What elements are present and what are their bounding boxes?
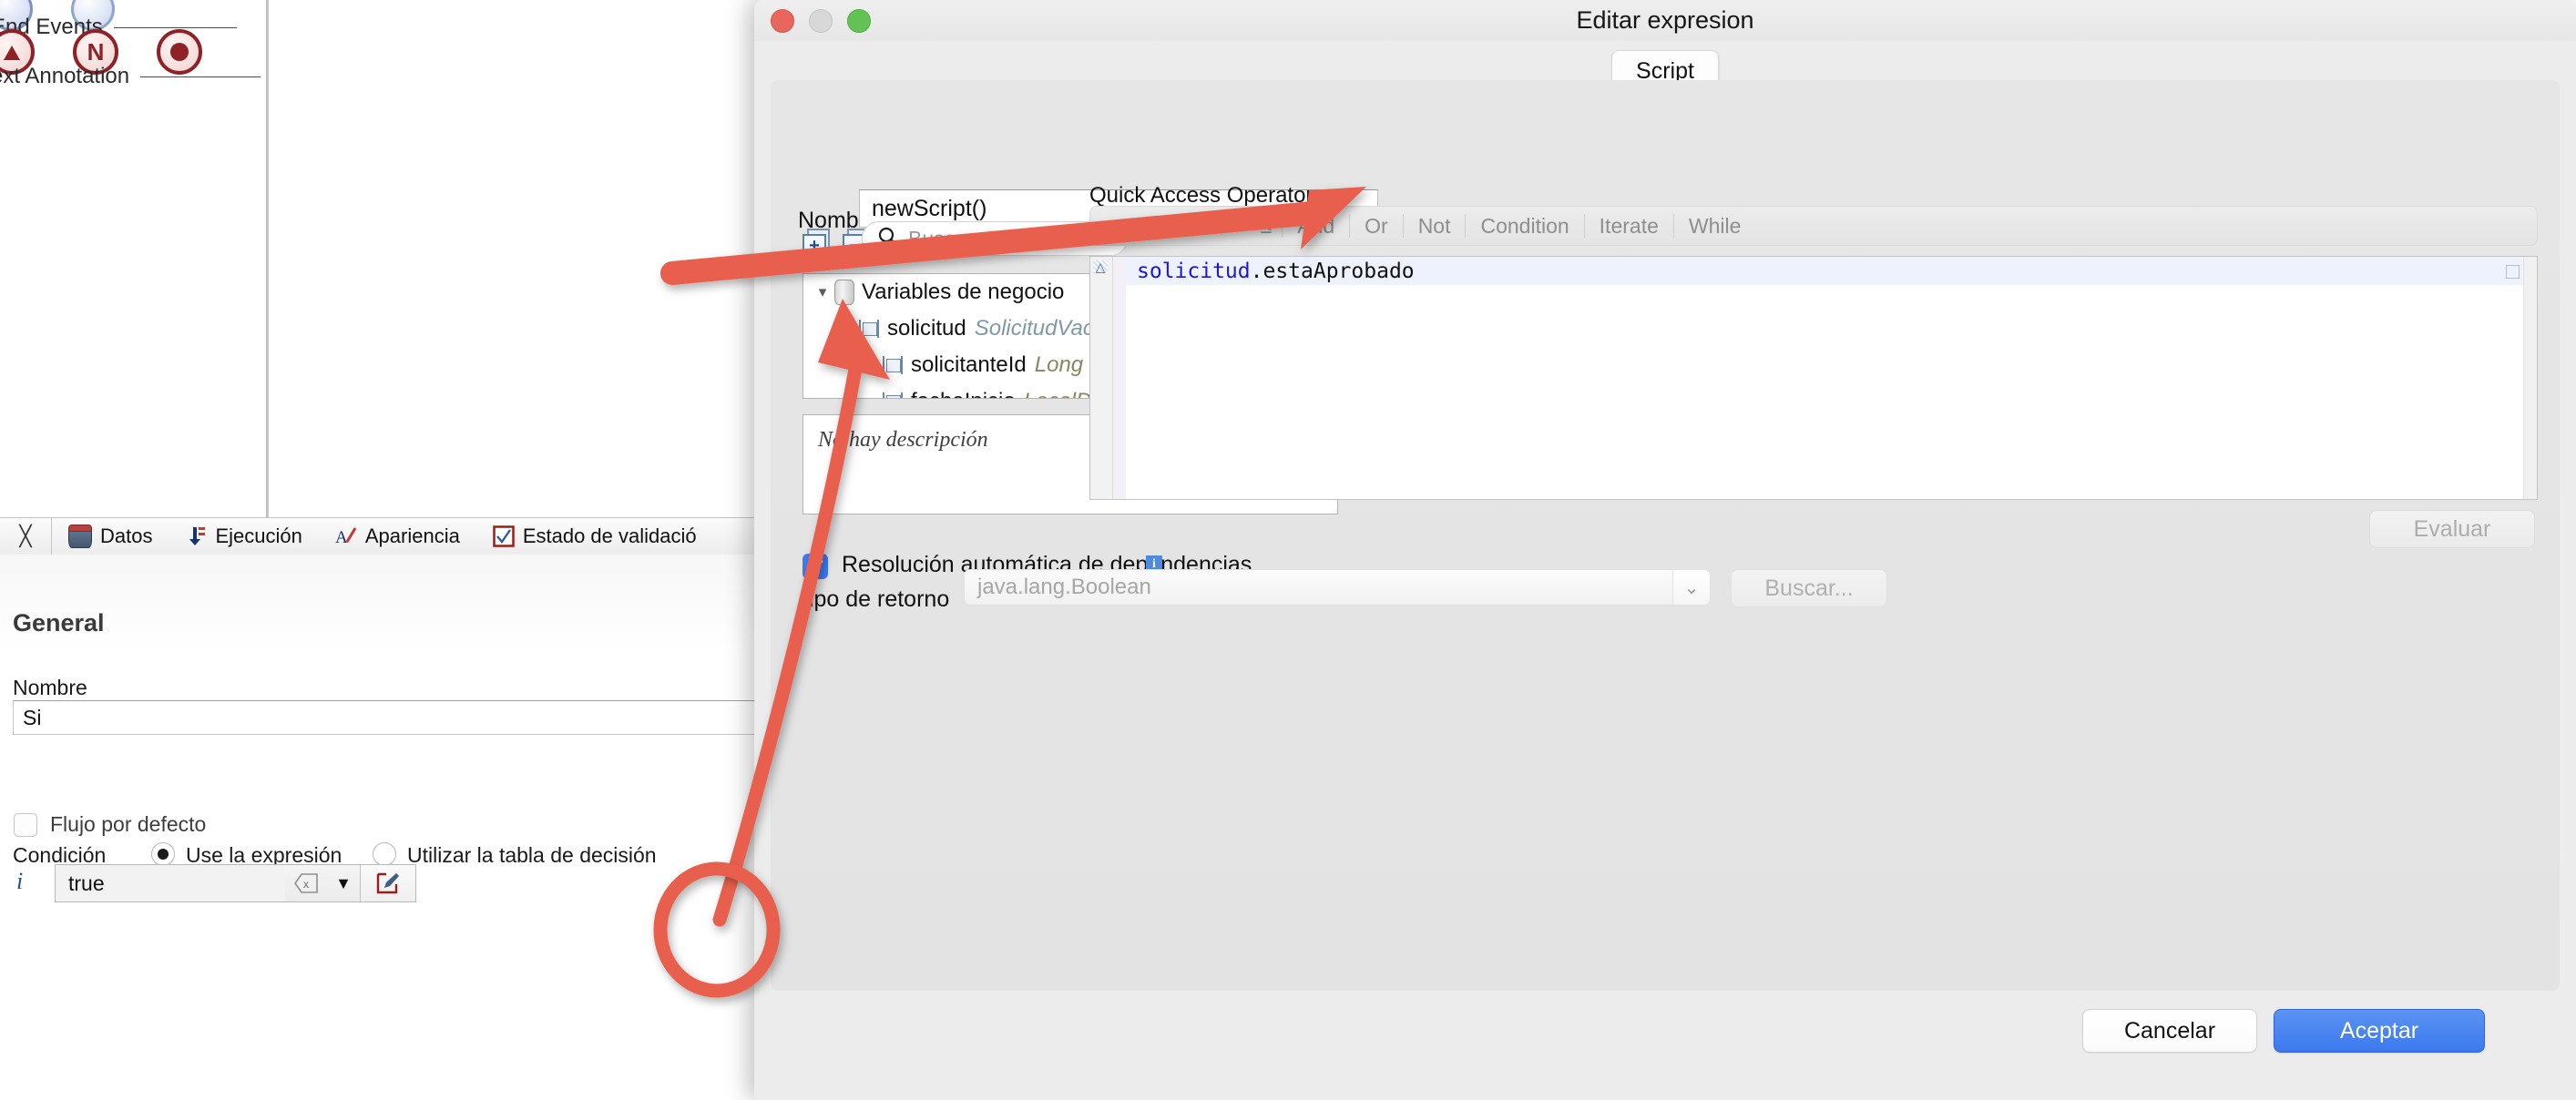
chevron-down-icon[interactable]: ⌄ <box>1672 570 1710 605</box>
description-placeholder: No hay descripción <box>818 428 988 452</box>
default-flow-checkbox[interactable] <box>14 813 37 837</box>
caret-down-icon[interactable]: ▼ <box>327 874 360 893</box>
quick-access-toolbar: = ≠ > ≥ < ≤ And Or Not Condition Iterate… <box>1089 206 2538 246</box>
name-label: Nombre <box>13 676 87 699</box>
operator-and[interactable]: And <box>1283 215 1349 237</box>
name-input-value: Si <box>23 705 42 729</box>
radio-use-expression[interactable] <box>151 842 175 866</box>
tab-label: Datos <box>100 525 153 547</box>
cancel-button[interactable]: Cancelar <box>2082 1009 2257 1053</box>
editor-margin <box>1113 257 1126 499</box>
operator-not[interactable]: Not <box>1404 215 1466 237</box>
chevron-down-icon[interactable]: ▾ <box>811 283 834 301</box>
return-type-label: tipo de retorno <box>802 586 950 612</box>
editor-scrollbar[interactable] <box>2523 257 2537 499</box>
fold-marker-icon <box>2506 265 2520 279</box>
tree-item-label: solicitanteId <box>911 352 1027 377</box>
radio-use-decision-table[interactable] <box>373 842 396 866</box>
validation-check-icon <box>493 525 515 547</box>
expand-all-icon[interactable]: + <box>802 229 830 258</box>
tree-item-label: fechaInicio <box>911 389 1016 398</box>
edit-expression-dialog: Editar expresion Script Nombre newScript… <box>754 0 2576 1100</box>
auto-dependency-checkbox[interactable] <box>802 554 828 579</box>
search-placeholder: Buscar <box>908 226 974 250</box>
operator-less-or-equal[interactable]: ≤ <box>1251 215 1283 237</box>
return-type-select[interactable]: java.lang.Boolean ⌄ <box>964 569 1711 606</box>
tab-apariencia[interactable]: A Apariencia <box>319 518 476 555</box>
database-icon <box>68 525 92 548</box>
tab-ejecucion[interactable]: Ejecución <box>169 518 318 555</box>
page-title: General <box>13 609 105 637</box>
palette-section-text-annotation: ext Annotation <box>0 64 261 89</box>
tab-label: Apariencia <box>364 525 460 547</box>
tree-item-type: Long <box>1034 352 1084 377</box>
code-token-variable: solicitud <box>1137 259 1251 283</box>
operator-greater-or-equal[interactable]: ≥ <box>1187 215 1219 237</box>
svg-text:A: A <box>335 528 348 547</box>
editor-gutter: △ <box>1090 257 1113 499</box>
operator-equals[interactable]: = <box>1090 215 1122 237</box>
operator-condition[interactable]: Condition <box>1466 215 1583 237</box>
attribute-icon <box>858 320 880 338</box>
section-rule <box>140 76 261 77</box>
tab-datos[interactable]: Datos <box>52 518 169 555</box>
data-cylinder-icon <box>834 280 854 305</box>
appearance-pen-icon: A <box>335 525 357 547</box>
default-flow-label: Flujo por defecto <box>50 812 207 836</box>
dialog-title: Editar expresion <box>1576 6 1754 34</box>
dialog-titlebar: Editar expresion <box>754 0 2576 42</box>
canvas-divider <box>267 0 269 517</box>
tab-estado-de-validacion[interactable]: Estado de validació <box>476 518 713 555</box>
tree-toolbar: + − <box>802 229 870 258</box>
palette-section-label: ext Annotation <box>0 64 130 88</box>
warning-marker-icon: △ <box>1093 260 1108 274</box>
clear-field-icon[interactable]: x <box>285 873 327 893</box>
radio-use-decision-table-label: Utilizar la tabla de decisión <box>407 843 657 867</box>
operator-iterate[interactable]: Iterate <box>1585 215 1673 237</box>
execution-arrow-icon <box>185 525 207 547</box>
search-input[interactable]: Buscar <box>862 221 1128 256</box>
tree-item-label: solicitud <box>887 316 966 341</box>
expression-input[interactable]: true <box>56 865 285 901</box>
operator-less-than[interactable]: < <box>1218 215 1250 237</box>
quick-access-title: Quick Access Operators <box>1089 183 1324 208</box>
tree-item-label: Variables de negocio <box>862 280 1065 304</box>
operator-greater-than[interactable]: > <box>1154 215 1186 237</box>
evaluate-button[interactable]: Evaluar <box>2369 510 2535 548</box>
info-icon: i <box>16 868 24 894</box>
tab-label: Ejecución <box>215 525 302 547</box>
expression-field-group[interactable]: true x ▼ <box>55 864 416 902</box>
search-icon <box>877 226 899 252</box>
script-editor[interactable]: △ solicitud .estaAprobado <box>1089 256 2538 500</box>
dialog-tab-strip: Script <box>754 41 2576 93</box>
return-type-value: java.lang.Boolean <box>977 575 1151 599</box>
pencil-edit-icon[interactable] <box>360 865 415 901</box>
code-token-member: .estaAprobado <box>1250 259 1415 283</box>
browse-button[interactable]: Buscar... <box>1731 569 1887 607</box>
dialog-body: Nombre newScript() + − Buscar ▾ Variable… <box>771 80 2560 991</box>
close-panel-icon[interactable]: ╳ <box>0 518 52 555</box>
script-name-value: newScript() <box>872 195 987 221</box>
editor-line-1: solicitud .estaAprobado <box>1126 257 2523 285</box>
attribute-icon <box>882 356 904 374</box>
operator-while[interactable]: While <box>1674 215 1756 237</box>
editor-content[interactable]: solicitud .estaAprobado <box>1126 257 2523 499</box>
screenshot-root: End Events Ν ext Annotation ╳ Datos Ejec… <box>0 0 2576 1100</box>
tab-label: Estado de validació <box>522 525 697 547</box>
chevron-down-icon[interactable]: ▾ <box>834 320 858 338</box>
attribute-icon <box>882 392 904 398</box>
operator-not-equals[interactable]: ≠ <box>1122 215 1154 237</box>
svg-text:x: x <box>303 878 309 891</box>
operator-or[interactable]: Or <box>1350 215 1403 237</box>
expression-input-value: true <box>68 871 105 895</box>
section-rule <box>113 26 237 28</box>
name-input[interactable]: Si <box>13 700 835 735</box>
accept-button[interactable]: Aceptar <box>2274 1009 2485 1053</box>
bpmn-palette: End Events Ν ext Annotation <box>0 0 267 517</box>
